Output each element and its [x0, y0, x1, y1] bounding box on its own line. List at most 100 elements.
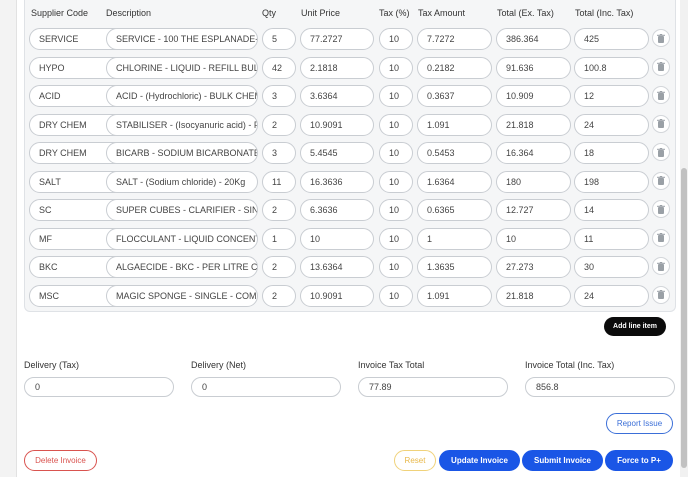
report-issue-button[interactable]: Report Issue	[606, 413, 673, 434]
submit-invoice-button[interactable]: Submit Invoice	[522, 450, 603, 471]
qty-field[interactable]: 2	[262, 199, 296, 221]
reset-button[interactable]: Reset	[394, 450, 436, 471]
unit-price-field[interactable]: 77.2727	[300, 28, 374, 50]
tax-amount-field[interactable]: 7.7272	[417, 28, 492, 50]
description-field[interactable]: SUPER CUBES - CLARIFIER - SINGLE CU	[106, 199, 258, 221]
tax-amount-field[interactable]: 0.5453	[417, 142, 492, 164]
invoice-tax-total-field[interactable]: 77.89	[358, 377, 508, 397]
description-field[interactable]: SERVICE - 100 THE ESPLANADE- NOVC	[106, 28, 258, 50]
total-ex-field[interactable]: 12.727	[496, 199, 571, 221]
trash-icon[interactable]	[652, 257, 670, 275]
total-inc-field[interactable]: 12	[574, 85, 649, 107]
tax-pct-field[interactable]: 10	[379, 142, 413, 164]
trash-icon[interactable]	[652, 171, 670, 190]
qty-field[interactable]: 2	[262, 113, 296, 136]
tax-amount-field[interactable]: 1.6364	[417, 170, 492, 193]
table-row: DRY CHEM STABILISER - (Isocyanuric acid) …	[25, 113, 675, 140]
tax-pct-field[interactable]: 10	[379, 85, 413, 107]
force-to-p-button[interactable]: Force to P+	[605, 450, 673, 471]
unit-price-field[interactable]: 3.6364	[300, 85, 374, 107]
tax-amount-field[interactable]: 1.091	[417, 113, 492, 136]
total-inc-field[interactable]: 11	[574, 227, 649, 250]
scrollbar-track[interactable]	[680, 0, 688, 477]
total-inc-field[interactable]: 18	[574, 142, 649, 164]
tax-amount-field[interactable]: 1.091	[417, 284, 492, 307]
unit-price-field[interactable]: 2.1818	[300, 56, 374, 79]
tax-pct-field[interactable]: 10	[379, 199, 413, 221]
total-inc-field[interactable]: 100.8	[574, 56, 649, 79]
description-field[interactable]: BICARB - SODIUM BICARBONATE - PEF	[106, 142, 258, 164]
total-ex-field[interactable]: 21.818	[496, 113, 571, 136]
qty-field[interactable]: 1	[262, 227, 296, 250]
total-inc-field[interactable]: 425	[574, 28, 649, 50]
trash-icon[interactable]	[652, 29, 670, 47]
tax-amount-field[interactable]: 0.6365	[417, 199, 492, 221]
tax-pct-field[interactable]: 10	[379, 227, 413, 250]
total-inc-field[interactable]: 198	[574, 170, 649, 193]
tax-pct-field[interactable]: 10	[379, 284, 413, 307]
tax-amount-field[interactable]: 0.2182	[417, 56, 492, 79]
total-ex-field[interactable]: 16.364	[496, 142, 571, 164]
qty-field[interactable]: 5	[262, 28, 296, 50]
invoice-total-field[interactable]: 856.8	[525, 377, 675, 397]
unit-price-field[interactable]: 10.9091	[300, 113, 374, 136]
delivery-net-field[interactable]: 0	[191, 377, 341, 397]
total-ex-field[interactable]: 10	[496, 227, 571, 250]
tax-amount-field[interactable]: 1	[417, 227, 492, 250]
description-field[interactable]: CHLORINE - LIQUID - REFILL BULK CHI	[106, 56, 258, 79]
qty-field[interactable]: 3	[262, 85, 296, 107]
header-total-inc: Total (Inc. Tax)	[575, 8, 634, 18]
total-ex-field[interactable]: 10.909	[496, 85, 571, 107]
description-field[interactable]: MAGIC SPONGE - SINGLE - COMMERC	[106, 284, 258, 307]
scrollbar-thumb[interactable]	[681, 168, 687, 468]
table-row: ACIDACID - (Hydrochloric) - BULK CHEM|PA…	[25, 85, 675, 111]
description-field[interactable]: SALT - (Sodium chloride) - 20Kg	[106, 170, 258, 193]
header-supplier-code: Supplier Code	[31, 8, 89, 18]
total-ex-field[interactable]: 21.818	[496, 284, 571, 307]
qty-field[interactable]: 3	[262, 142, 296, 164]
total-ex-field[interactable]: 386.364	[496, 28, 571, 50]
table-row: DRY CHEMBICARB - SODIUM BICARBONATE - PE…	[25, 142, 675, 168]
unit-price-field[interactable]: 6.3636	[300, 199, 374, 221]
total-inc-field[interactable]: 24	[574, 284, 649, 307]
delivery-tax-field[interactable]: 0	[24, 377, 174, 397]
header-tax-pct: Tax (%)	[379, 8, 410, 18]
unit-price-field[interactable]: 10.9091	[300, 284, 374, 307]
total-inc-field[interactable]: 24	[574, 113, 649, 136]
description-field[interactable]: ACID - (Hydrochloric) - BULK CHEM|PA	[106, 85, 258, 107]
add-line-item-button[interactable]: Add line item	[604, 317, 666, 336]
trash-icon[interactable]	[652, 200, 670, 218]
tax-pct-field[interactable]: 10	[379, 256, 413, 278]
description-field[interactable]: STABILISER - (Isocyanuric acid) - PER KG	[106, 113, 258, 136]
tax-pct-field[interactable]: 10	[379, 170, 413, 193]
qty-field[interactable]: 2	[262, 256, 296, 278]
qty-field[interactable]: 2	[262, 284, 296, 307]
qty-field[interactable]: 11	[262, 170, 296, 193]
unit-price-field[interactable]: 5.4545	[300, 142, 374, 164]
tax-pct-field[interactable]: 10	[379, 56, 413, 79]
tax-pct-field[interactable]: 10	[379, 28, 413, 50]
tax-pct-field[interactable]: 10	[379, 113, 413, 136]
trash-icon[interactable]	[652, 114, 670, 133]
tax-amount-field[interactable]: 0.3637	[417, 85, 492, 107]
total-ex-field[interactable]: 91.636	[496, 56, 571, 79]
total-ex-field[interactable]: 27.273	[496, 256, 571, 278]
qty-field[interactable]: 42	[262, 56, 296, 79]
trash-icon[interactable]	[652, 228, 670, 247]
tax-amount-field[interactable]: 1.3635	[417, 256, 492, 278]
unit-price-field[interactable]: 10	[300, 227, 374, 250]
description-field[interactable]: FLOCCULANT - LIQUID CONCENTRATE	[106, 227, 258, 250]
total-inc-field[interactable]: 14	[574, 199, 649, 221]
trash-icon[interactable]	[652, 86, 670, 104]
total-ex-field[interactable]: 180	[496, 170, 571, 193]
unit-price-field[interactable]: 13.6364	[300, 256, 374, 278]
total-inc-field[interactable]: 30	[574, 256, 649, 278]
description-field[interactable]: ALGAECIDE - BKC - PER LITRE CHEM|PA	[106, 256, 258, 278]
delete-invoice-button[interactable]: Delete Invoice	[24, 450, 97, 471]
trash-icon[interactable]	[652, 57, 670, 76]
update-invoice-button[interactable]: Update Invoice	[439, 450, 520, 471]
trash-icon[interactable]	[652, 285, 670, 304]
header-unit-price: Unit Price	[301, 8, 341, 18]
trash-icon[interactable]	[652, 143, 670, 161]
unit-price-field[interactable]: 16.3636	[300, 170, 374, 193]
